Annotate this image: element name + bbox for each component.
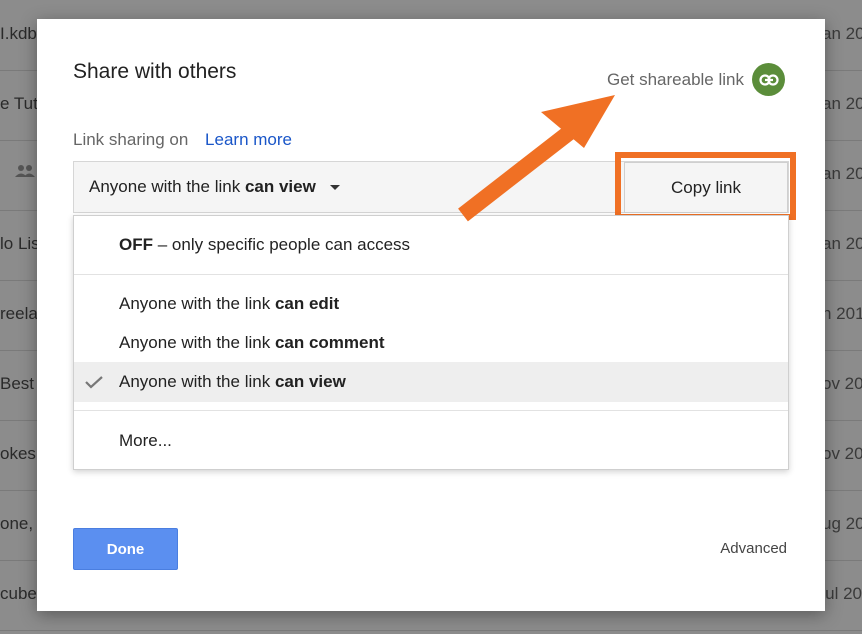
done-button[interactable]: Done xyxy=(73,528,178,570)
link-sharing-row: Link sharing on Learn more xyxy=(73,130,292,150)
link-sharing-status: Link sharing on xyxy=(73,130,189,149)
link-icon[interactable] xyxy=(752,63,785,96)
copy-link-button[interactable]: Copy link xyxy=(624,162,788,213)
file-date: n 201 xyxy=(822,304,862,323)
menu-item-label: Anyone with the link can edit xyxy=(119,294,339,314)
file-date: ul 20 xyxy=(825,584,862,603)
file-date: ug 20 xyxy=(822,514,862,533)
menu-item-off-desc: – only specific people can access xyxy=(157,235,411,254)
menu-item-prefix: Anyone with the link xyxy=(119,372,271,391)
menu-item-off-bold: OFF xyxy=(119,235,153,254)
dropdown-label: Anyone with the link can view xyxy=(89,177,316,197)
menu-item-can-view[interactable]: Anyone with the link can view xyxy=(74,362,788,402)
menu-item-prefix: Anyone with the link xyxy=(119,333,271,352)
menu-item-more-label: More... xyxy=(119,431,172,450)
menu-item-label: OFF – only specific people can access xyxy=(119,235,410,255)
menu-item-prefix: Anyone with the link xyxy=(119,294,271,313)
file-date: ov 20 xyxy=(822,444,862,463)
caret-down-icon xyxy=(329,184,340,190)
checkmark-icon xyxy=(84,374,104,394)
file-date: ov 20 xyxy=(822,374,862,393)
get-shareable-link-button[interactable]: Get shareable link xyxy=(607,63,785,96)
file-date: an 20 xyxy=(822,94,862,113)
file-name: e Tuto xyxy=(0,94,40,113)
file-date: an 20 xyxy=(822,24,862,43)
file-name: Best xyxy=(0,374,35,393)
menu-item-level: can view xyxy=(274,372,346,391)
menu-item-level: can comment xyxy=(274,333,385,352)
menu-item-off[interactable]: OFF – only specific people can access xyxy=(74,225,788,265)
menu-item-label: Anyone with the link can view xyxy=(119,372,346,392)
file-name: reela xyxy=(0,304,38,323)
file-name: lo Lis xyxy=(0,234,40,253)
link-access-dropdown[interactable]: Anyone with the link can view xyxy=(89,177,340,197)
menu-divider xyxy=(74,274,788,275)
get-shareable-link-label: Get shareable link xyxy=(606,69,744,89)
file-date: an 20 xyxy=(822,234,862,253)
menu-item-can-edit[interactable]: Anyone with the link can edit xyxy=(74,284,788,324)
learn-more-link[interactable]: Learn more xyxy=(205,130,292,149)
menu-divider xyxy=(74,410,788,411)
file-name: one, xyxy=(0,514,34,533)
file-date: an 20 xyxy=(822,164,862,183)
menu-item-level: can edit xyxy=(274,294,340,313)
advanced-link[interactable]: Advanced xyxy=(720,540,787,557)
file-name: cube xyxy=(0,584,37,603)
people-icon xyxy=(14,164,36,183)
file-name: I.kdb xyxy=(0,24,37,43)
menu-item-can-comment[interactable]: Anyone with the link can comment xyxy=(74,323,788,363)
menu-item-more[interactable]: More... xyxy=(74,421,788,461)
dialog-title: Share with others xyxy=(73,60,237,83)
share-dialog: Share with others Get shareable link Lin… xyxy=(37,19,825,611)
dropdown-selected-level: can view xyxy=(244,177,316,196)
file-name: okes xyxy=(0,444,36,463)
dropdown-prefix: Anyone with the link xyxy=(89,177,241,196)
link-access-menu: OFF – only specific people can access An… xyxy=(73,215,789,470)
menu-item-label: Anyone with the link can comment xyxy=(119,333,385,353)
